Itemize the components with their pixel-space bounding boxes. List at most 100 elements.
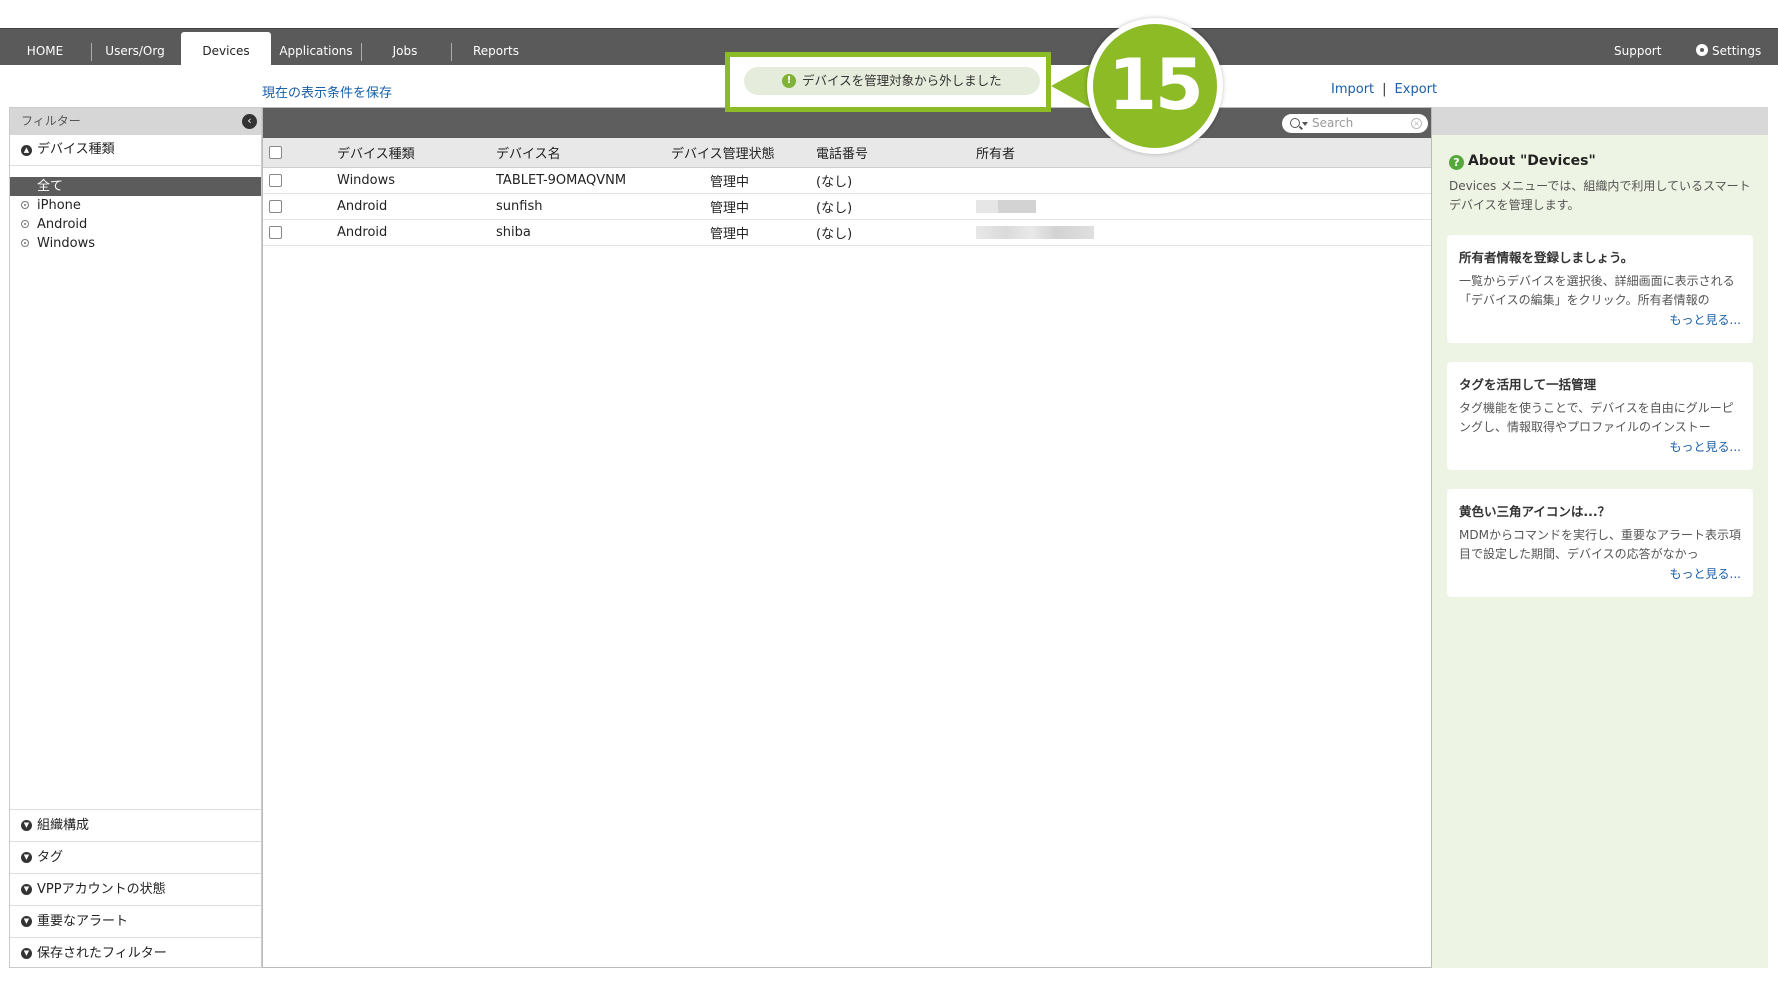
tip-title: 所有者情報を登録しましょう。 (1459, 250, 1634, 265)
section-label: タグ (37, 850, 64, 865)
filter-section-alerts[interactable]: ▼ 重要なアラート (10, 905, 261, 937)
table-row[interactable]: Android sunfish 管理中 (なし) (263, 193, 1431, 220)
filter-panel: フィルター ‹ ▲ デバイス種類 全て iPhone Android Windo… (9, 107, 262, 968)
alert-icon: ! (782, 74, 796, 88)
search-input[interactable]: Search × (1282, 114, 1428, 133)
cell-phone: (なし) (815, 219, 975, 246)
row-select-cell (263, 167, 336, 194)
filter-title: フィルター (21, 114, 81, 128)
read-more-link[interactable]: もっと見る... (1459, 311, 1741, 328)
cell-status: 管理中 (670, 167, 815, 194)
table-row[interactable]: Windows TABLET-9OMAQVNM 管理中 (なし) (263, 167, 1431, 194)
search-placeholder: Search (1312, 116, 1354, 130)
chevron-down-icon: ▼ (21, 916, 32, 927)
filter-item-iphone[interactable]: iPhone (10, 196, 261, 215)
cell-owner (975, 193, 1431, 220)
filter-section-vpp[interactable]: ▼ VPPアカウントの状態 (10, 873, 261, 905)
tip-card: タグを活用して一括管理 タグ機能を使うことで、デバイスを自由にグルーピングし、情… (1447, 362, 1753, 470)
clear-icon[interactable]: × (1411, 118, 1422, 129)
tab-jobs[interactable]: Jobs (365, 29, 445, 65)
notification-toast: ! デバイスを管理対象から外しました (744, 67, 1040, 95)
cell-owner (975, 167, 1431, 194)
filter-item-label: 全て (37, 179, 64, 194)
tab-separator (451, 43, 452, 61)
read-more-link[interactable]: もっと見る... (1459, 565, 1741, 582)
read-more-link[interactable]: もっと見る... (1459, 438, 1741, 455)
chevron-down-icon: ▼ (21, 820, 32, 831)
table-row[interactable]: Android shiba 管理中 (なし) (263, 219, 1431, 246)
settings-link[interactable]: Settings (1696, 29, 1761, 65)
help-icon: ? (1449, 155, 1464, 170)
filter-item-all[interactable]: 全て (10, 177, 261, 196)
help-panel-header (1432, 107, 1768, 135)
section-label: 保存されたフィルター (37, 946, 167, 961)
tip-body: MDMからコマンドを実行し、重要なアラート表示項目で設定した期間、デバイスの応答… (1459, 528, 1741, 561)
filter-item-label: iPhone (37, 198, 81, 213)
search-icon (1290, 118, 1300, 128)
row-checkbox[interactable] (269, 226, 282, 239)
collapse-left-icon[interactable]: ‹ (242, 114, 257, 129)
cell-device-name: TABLET-9OMAQVNM (495, 167, 670, 194)
link-separator: | (1382, 82, 1387, 97)
section-label: VPPアカウントの状態 (37, 882, 166, 897)
device-table: デバイス種類 デバイス名 デバイス管理状態 電話番号 所有者 Windows T… (263, 138, 1431, 246)
filter-bottom-sections: ▼ 組織構成 ▼ タグ ▼ VPPアカウントの状態 ▼ 重要なアラート ▼ 保存されたフィ… (10, 809, 261, 969)
settings-label: Settings (1712, 44, 1762, 58)
radio-icon (21, 201, 29, 209)
column-device-name[interactable]: デバイス名 (495, 138, 670, 168)
help-title-text: About "Devices" (1468, 153, 1596, 169)
cell-phone: (なし) (815, 167, 975, 194)
support-link[interactable]: Support (1614, 29, 1661, 65)
cell-device-type: Android (336, 193, 495, 220)
select-all-checkbox[interactable] (269, 146, 282, 159)
tab-applications[interactable]: Applications (273, 29, 359, 65)
filter-section-device-type[interactable]: ▲ デバイス種類 (10, 135, 261, 166)
row-select-cell (263, 219, 336, 246)
column-phone-number[interactable]: 電話番号 (815, 138, 975, 168)
save-view-conditions-link[interactable]: 現在の表示条件を保存 (262, 82, 392, 101)
column-owner[interactable]: 所有者 (975, 138, 1431, 168)
export-link[interactable]: Export (1395, 82, 1438, 97)
caret-down-icon[interactable] (1302, 122, 1308, 126)
section-label: 組織構成 (37, 818, 90, 833)
filter-item-label: Android (37, 217, 88, 232)
import-link[interactable]: Import (1331, 82, 1374, 97)
filter-item-windows[interactable]: Windows (10, 234, 261, 253)
cell-device-name: sunfish (495, 193, 670, 220)
select-all-cell (263, 138, 336, 168)
notification-highlight: ! デバイスを管理対象から外しました (725, 52, 1051, 112)
filter-section-org[interactable]: ▼ 組織構成 (10, 809, 261, 841)
cell-phone: (なし) (815, 193, 975, 220)
notification-message: デバイスを管理対象から外しました (802, 73, 1002, 88)
import-export-links: Import | Export (1331, 82, 1437, 97)
filter-section-tags[interactable]: ▼ タグ (10, 841, 261, 873)
filter-item-label: Windows (37, 236, 96, 251)
column-device-type[interactable]: デバイス種類 (336, 138, 495, 168)
tab-home[interactable]: HOME (0, 29, 90, 65)
table-header-row: デバイス種類 デバイス名 デバイス管理状態 電話番号 所有者 (263, 138, 1431, 168)
column-management-status[interactable]: デバイス管理状態 (670, 138, 815, 168)
cell-status: 管理中 (670, 219, 815, 246)
tab-reports[interactable]: Reports (456, 29, 536, 65)
cell-owner (975, 219, 1431, 246)
cell-device-name: shiba (495, 219, 670, 246)
table-toolbar: Search × (263, 108, 1431, 138)
step-number-badge: 15 (1087, 18, 1223, 154)
cell-status: 管理中 (670, 193, 815, 220)
filter-header: フィルター ‹ (10, 108, 261, 135)
gear-icon (1696, 44, 1708, 56)
help-panel: ? About "Devices" Devices メニューでは、組織内で利用して… (1432, 107, 1768, 968)
tip-title: 黄色い三角アイコンは...？ (1459, 504, 1611, 519)
row-checkbox[interactable] (269, 200, 282, 213)
help-description: Devices メニューでは、組織内で利用しているスマートデバイスを管理します。 (1449, 179, 1751, 212)
tab-devices[interactable]: Devices (181, 32, 271, 65)
filter-section-saved[interactable]: ▼ 保存されたフィルター (10, 937, 261, 969)
radio-icon (21, 220, 29, 228)
row-checkbox[interactable] (269, 174, 282, 187)
filter-item-android[interactable]: Android (10, 215, 261, 234)
tab-users-org[interactable]: Users/Org (92, 29, 178, 65)
chevron-up-icon: ▲ (21, 145, 32, 156)
chevron-down-icon: ▼ (21, 948, 32, 959)
section-label: デバイス種類 (37, 142, 115, 157)
callout-pointer (1051, 64, 1091, 108)
